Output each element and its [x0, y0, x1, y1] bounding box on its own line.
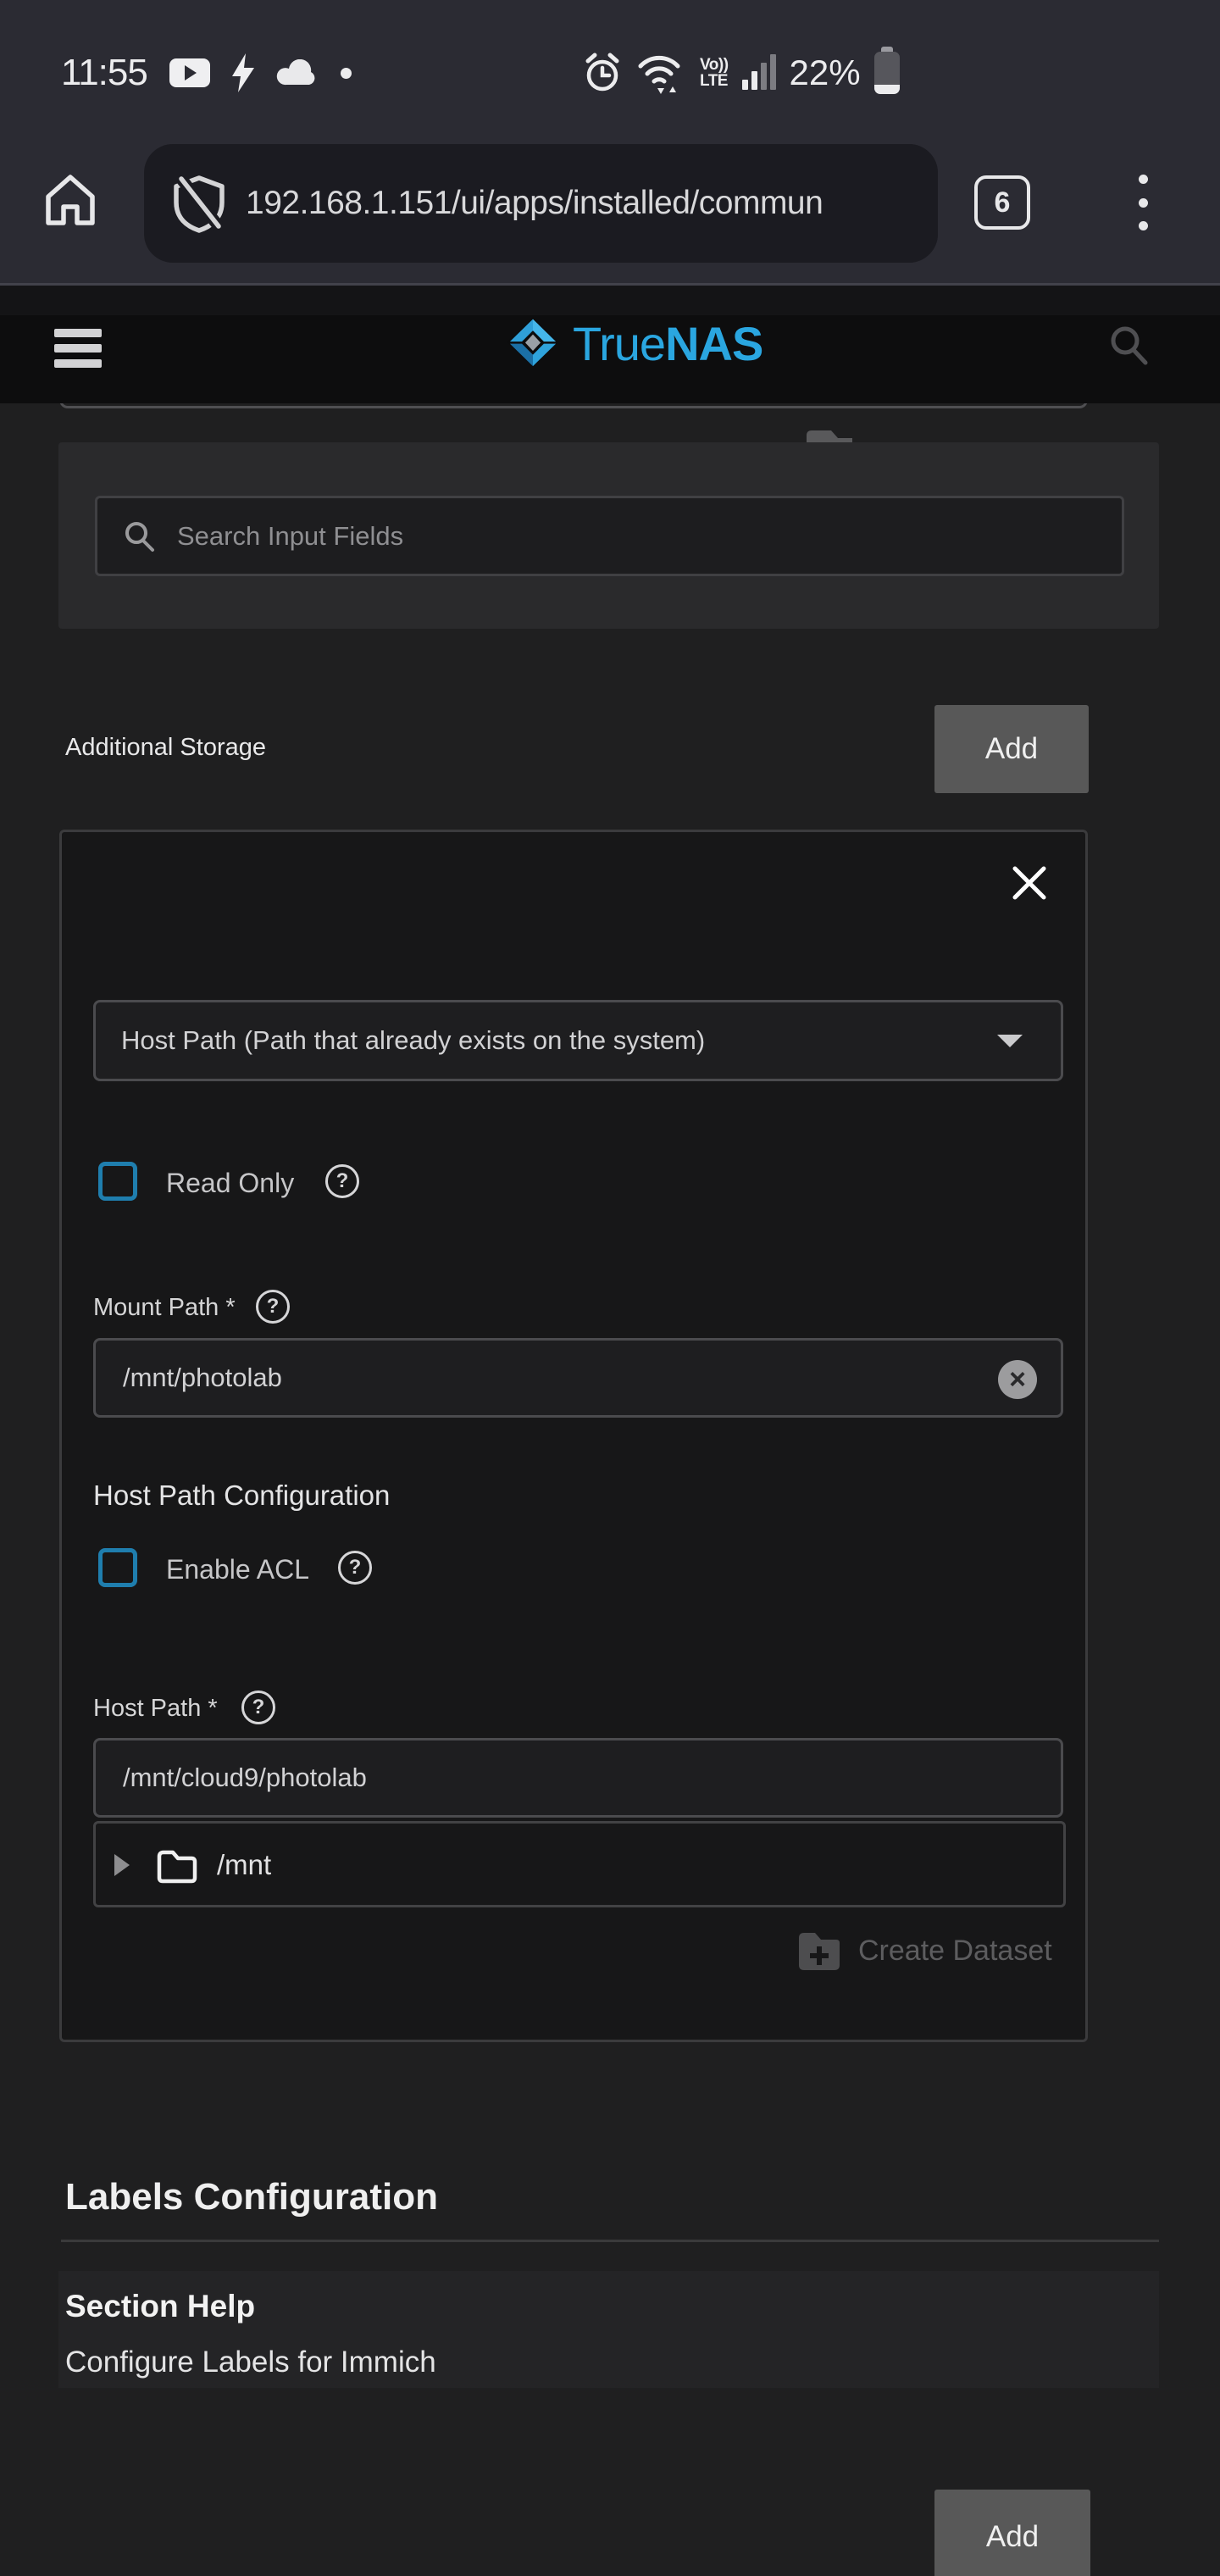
- enable-acl-checkbox[interactable]: [98, 1548, 137, 1587]
- mount-path-input[interactable]: [121, 1341, 968, 1415]
- tab-switcher-button[interactable]: 6: [974, 175, 1030, 230]
- address-bar[interactable]: 192.168.1.151/ui/apps/installed/commun: [144, 144, 938, 263]
- page-top-strip: [0, 286, 1220, 315]
- folder-icon: [155, 1846, 199, 1886]
- help-glyph: ?: [267, 1295, 280, 1319]
- dataset-tree: /mnt: [93, 1821, 1066, 1907]
- add-storage-button-label: Add: [985, 732, 1038, 766]
- storage-item-card: Type * ? Host Path (Path that already ex…: [59, 830, 1088, 2042]
- read-only-checkbox[interactable]: [98, 1162, 137, 1201]
- help-glyph: ?: [252, 1696, 265, 1719]
- brand-true: True: [573, 317, 665, 370]
- help-glyph: ?: [336, 1169, 349, 1193]
- truenas-logo-text: TrueNAS: [573, 316, 762, 371]
- additional-storage-label: Additional Storage: [65, 734, 266, 762]
- host-path-input[interactable]: [121, 1740, 1019, 1815]
- search-fields-panel: [58, 442, 1159, 629]
- clear-glyph: ×: [1009, 1365, 1026, 1394]
- tree-root-item[interactable]: /mnt: [217, 1824, 271, 1907]
- wifi-icon: [635, 51, 686, 95]
- notification-dot-icon: [341, 68, 352, 79]
- help-glyph: ?: [349, 1556, 362, 1579]
- global-search-icon[interactable]: [1108, 324, 1151, 366]
- tree-expander-icon[interactable]: [114, 1854, 130, 1876]
- create-dataset-label: Create Dataset: [858, 1935, 1052, 1968]
- chrome-divider: [0, 283, 1220, 286]
- clock-text: 11:55: [61, 52, 147, 94]
- truenas-logo-icon: [505, 317, 561, 369]
- read-only-label: Read Only: [166, 1168, 294, 1199]
- signal-strength-icon: [742, 56, 776, 90]
- section-divider: [61, 2240, 1159, 2242]
- search-input-wrapper[interactable]: [95, 496, 1124, 576]
- host-path-config-title: Host Path Configuration: [93, 1480, 390, 1512]
- menu-hamburger-button[interactable]: [54, 329, 102, 368]
- brand-nas: NAS: [665, 317, 762, 370]
- phone-screen: 11:55 Vo)) LTE: [0, 0, 1220, 2576]
- host-path-field[interactable]: [93, 1738, 1063, 1818]
- mount-path-help-icon[interactable]: ?: [256, 1290, 290, 1324]
- status-bar-right: Vo)) LTE 22%: [583, 47, 900, 98]
- truenas-logo: TrueNAS: [505, 317, 762, 369]
- youtube-notification-icon: [169, 58, 210, 87]
- section-help-text: Configure Labels for Immich: [65, 2346, 436, 2379]
- volte-top-text: Vo)): [700, 57, 729, 73]
- host-path-label: Host Path *: [93, 1695, 218, 1723]
- tab-count: 6: [995, 186, 1011, 219]
- alarm-icon: [583, 51, 622, 95]
- type-select-value: Host Path (Path that already exists on t…: [121, 1002, 705, 1079]
- labels-configuration-title: Labels Configuration: [65, 2176, 438, 2218]
- volte-icon: Vo)) LTE: [700, 57, 729, 89]
- search-icon: [123, 519, 157, 553]
- folder-partial-icon: [805, 428, 854, 442]
- host-path-help-icon[interactable]: ?: [241, 1690, 275, 1724]
- search-input[interactable]: [175, 520, 1068, 552]
- enable-acl-help-icon[interactable]: ?: [338, 1551, 372, 1585]
- battery-percent-text: 22%: [790, 53, 861, 93]
- browser-menu-button[interactable]: [1139, 175, 1149, 230]
- battery-icon: [874, 52, 900, 94]
- close-icon[interactable]: [1010, 863, 1049, 902]
- mount-path-label: Mount Path *: [93, 1294, 236, 1322]
- status-bar-left: 11:55: [61, 49, 352, 97]
- section-help-panel: Section Help Configure Labels for Immich: [58, 2271, 1159, 2388]
- cloud-icon: [276, 59, 319, 86]
- create-dataset-button[interactable]: Create Dataset: [796, 1928, 1052, 1974]
- clear-input-icon[interactable]: ×: [998, 1360, 1037, 1399]
- type-select[interactable]: Host Path (Path that already exists on t…: [93, 1000, 1063, 1081]
- url-text[interactable]: 192.168.1.151/ui/apps/installed/commun: [246, 185, 873, 222]
- add-label-button-label: Add: [986, 2520, 1039, 2554]
- charging-bolt-icon: [232, 53, 254, 92]
- read-only-help-icon[interactable]: ?: [325, 1164, 359, 1198]
- add-storage-button[interactable]: Add: [934, 705, 1089, 793]
- chevron-down-icon: [997, 1035, 1023, 1047]
- home-icon[interactable]: [41, 169, 100, 230]
- folder-plus-icon: [796, 1928, 843, 1974]
- section-help-title: Section Help: [65, 2289, 255, 2324]
- url-fade: [836, 144, 938, 263]
- enable-acl-label: Enable ACL: [166, 1554, 309, 1585]
- mount-path-field[interactable]: ×: [93, 1338, 1063, 1418]
- add-label-button[interactable]: Add: [934, 2490, 1090, 2576]
- volte-bottom-text: LTE: [700, 73, 729, 89]
- shield-slash-icon: [168, 172, 230, 235]
